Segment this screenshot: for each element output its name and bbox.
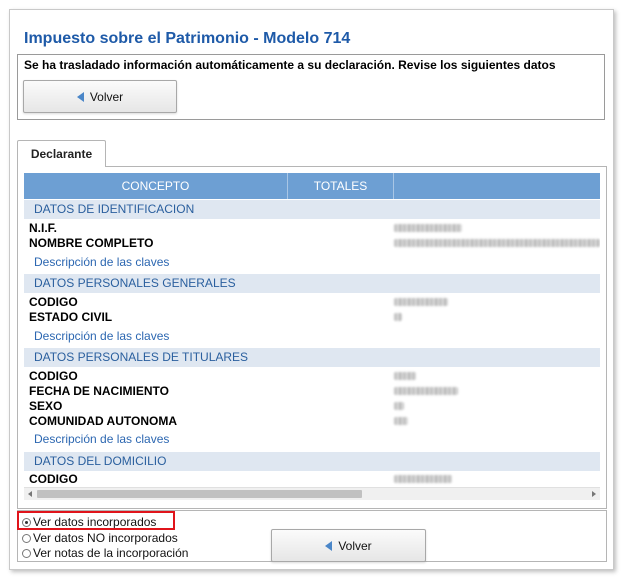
redacted-value xyxy=(394,417,408,425)
radio-ver-datos-no-incorporados[interactable]: Ver datos NO incorporados xyxy=(22,531,178,545)
horizontal-scrollbar[interactable] xyxy=(24,487,600,500)
arrow-left-icon xyxy=(76,91,84,102)
redacted-value xyxy=(394,475,452,483)
notice-text: Se ha trasladado información automáticam… xyxy=(24,58,556,72)
arrow-left-icon xyxy=(325,540,333,551)
redacted-value xyxy=(394,313,402,321)
section-datos-personales-generales: DATOS PERSONALES GENERALES xyxy=(24,274,600,293)
redacted-value xyxy=(394,372,416,380)
link-descripcion-claves-2[interactable]: Descripción de las claves xyxy=(34,328,169,344)
page-title: Impuesto sobre el Patrimonio - Modelo 71… xyxy=(24,30,351,47)
radio-label: Ver notas de la incorporación xyxy=(33,546,189,560)
row-sexo: SEXO xyxy=(29,399,63,413)
row-codigo: CODIGO xyxy=(29,295,78,309)
column-header-totales[interactable]: TOTALES xyxy=(288,173,394,199)
redacted-value xyxy=(394,224,462,232)
row-nombre-completo: NOMBRE COMPLETO xyxy=(29,236,154,250)
link-descripcion-claves-1[interactable]: Descripción de las claves xyxy=(34,254,169,270)
notice-box: Se ha trasladado información automáticam… xyxy=(17,54,605,120)
section-datos-domicilio: DATOS DEL DOMICILIO xyxy=(24,452,600,471)
grid-header: CONCEPTO TOTALES xyxy=(24,173,600,199)
scroll-left-icon[interactable] xyxy=(28,491,32,497)
radio-ver-notas-incorporacion[interactable]: Ver notas de la incorporación xyxy=(22,546,188,560)
column-header-concepto[interactable]: CONCEPTO xyxy=(24,173,288,199)
scrollbar-thumb[interactable] xyxy=(37,490,362,498)
back-button-label: Volver xyxy=(89,89,124,104)
tab-declarante[interactable]: Declarante xyxy=(17,140,106,167)
radio-unselected-icon[interactable] xyxy=(22,533,31,543)
back-button-bottom[interactable]: Volver xyxy=(271,529,426,562)
row-codigo: CODIGO xyxy=(29,472,78,486)
redacted-value xyxy=(394,298,448,306)
back-button-top[interactable]: Volver xyxy=(23,80,177,113)
row-comunidad-autonoma: COMUNIDAD AUTONOMA xyxy=(29,414,177,428)
row-fecha-nacimiento: FECHA DE NACIMIENTO xyxy=(29,384,170,398)
selection-highlight xyxy=(17,511,175,530)
back-button-label: Volver xyxy=(338,538,372,553)
redacted-value xyxy=(394,387,458,395)
row-codigo: CODIGO xyxy=(29,369,78,383)
radio-label: Ver datos NO incorporados xyxy=(33,531,178,545)
row-estado-civil: ESTADO CIVIL xyxy=(29,310,113,324)
row-nif: N.I.F. xyxy=(29,221,58,235)
column-header-values[interactable] xyxy=(394,173,600,199)
redacted-value xyxy=(394,402,404,410)
redacted-value xyxy=(394,239,600,247)
scroll-right-icon[interactable] xyxy=(592,491,596,497)
section-datos-personales-titulares: DATOS PERSONALES DE TITULARES xyxy=(24,348,600,367)
data-grid: CONCEPTO TOTALES DATOS DE IDENTIFICACION… xyxy=(24,173,600,500)
section-datos-identificacion: DATOS DE IDENTIFICACION xyxy=(24,200,600,219)
radio-unselected-icon[interactable] xyxy=(22,548,31,558)
link-descripcion-claves-3[interactable]: Descripción de las claves xyxy=(34,431,169,447)
